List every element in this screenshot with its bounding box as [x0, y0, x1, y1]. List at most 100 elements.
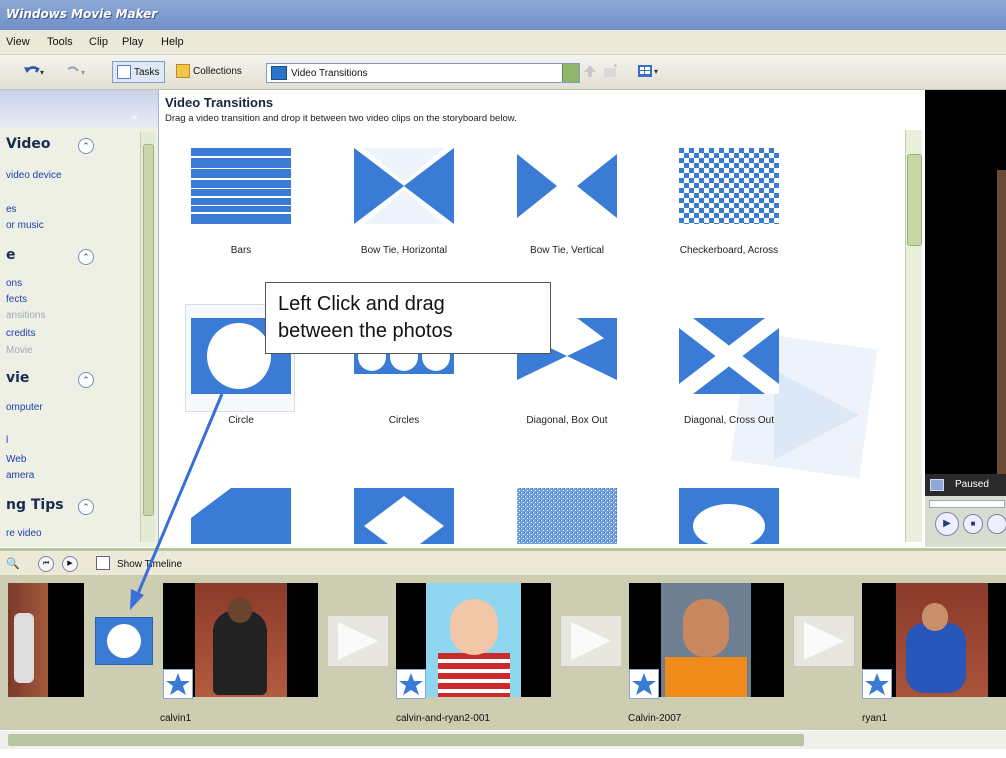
task-link[interactable]: es: [6, 204, 17, 215]
transition-item[interactable]: [171, 488, 301, 544]
transition-slot-circle[interactable]: [95, 617, 153, 665]
callout-line-2: between the photos: [278, 320, 453, 342]
menu-help[interactable]: Help: [161, 36, 184, 48]
bow-tie-vertical-thumbnail: [517, 148, 617, 224]
collections-button[interactable]: Collections: [176, 61, 242, 81]
show-timeline-button[interactable]: Show Timeline: [117, 559, 182, 570]
collapse-pane-icon[interactable]: «: [132, 112, 138, 123]
new-collection-button[interactable]: *: [602, 61, 620, 81]
tasks-button[interactable]: Tasks: [112, 61, 165, 83]
undo-button[interactable]: ▾: [22, 61, 46, 81]
storyboard-scroll-thumb[interactable]: [8, 734, 804, 746]
clip-label: calvin1: [160, 713, 192, 724]
transitions-icon: [271, 66, 287, 80]
transition-bow-tie-vertical[interactable]: Bow Tie, Vertical: [497, 148, 627, 298]
seek-bar[interactable]: [929, 500, 1005, 508]
storyboard-clip[interactable]: [862, 583, 1006, 699]
content-scroll-thumb[interactable]: [907, 154, 922, 246]
task-link[interactable]: or music: [6, 220, 44, 231]
task-link[interactable]: fects: [6, 294, 27, 305]
collapse-section-icon[interactable]: ⌃: [78, 499, 94, 515]
instruction-callout: Left Click and drag between the photos: [265, 282, 551, 354]
collapse-section-icon[interactable]: ⌃: [78, 138, 94, 154]
folder-icon: [176, 64, 190, 78]
transition-item[interactable]: [334, 488, 464, 544]
transition-slot-empty[interactable]: [327, 615, 389, 667]
section-edit-movie-title[interactable]: e: [6, 247, 16, 263]
empty-transition-icon: [804, 622, 844, 660]
effect-star-icon[interactable]: [862, 669, 892, 699]
task-link[interactable]: omputer: [6, 402, 43, 413]
section-capture-video-title[interactable]: Video: [6, 136, 51, 152]
eye-thumbnail: [679, 488, 779, 544]
transition-label: Bow Tie, Vertical: [530, 245, 604, 256]
task-link[interactable]: video device: [6, 170, 62, 181]
section-tips-title[interactable]: ng Tips: [6, 497, 64, 513]
play-button[interactable]: ▶: [935, 512, 959, 536]
chevron-down-icon[interactable]: [562, 64, 579, 82]
transition-label: Diagonal, Cross Out: [683, 415, 775, 426]
storyboard-clip[interactable]: [163, 583, 318, 699]
transition-checkerboard-across[interactable]: Checkerboard, Across: [659, 148, 789, 298]
menu-tools[interactable]: Tools: [47, 36, 73, 48]
stop-button[interactable]: ■: [963, 514, 983, 534]
child-face: [450, 599, 498, 655]
up-arrow-icon: [584, 65, 596, 77]
previous-frame-button[interactable]: [987, 514, 1006, 534]
zoom-icon[interactable]: 🔍: [6, 557, 20, 570]
transition-bow-tie-horizontal[interactable]: Bow Tie, Horizontal: [334, 148, 464, 298]
menu-view[interactable]: View: [6, 36, 30, 48]
redo-icon: ▾: [67, 66, 85, 77]
collapse-section-icon[interactable]: ⌃: [78, 249, 94, 265]
rewind-button[interactable]: ⏮: [38, 556, 54, 572]
monitor-icon: [930, 479, 944, 491]
transition-bars[interactable]: Bars: [171, 148, 301, 298]
up-level-button[interactable]: [582, 61, 598, 81]
child-face: [228, 597, 252, 623]
empty-transition-icon: [338, 622, 378, 660]
new-folder-icon: *: [604, 63, 617, 77]
storyboard-scrollbar[interactable]: [0, 731, 1006, 749]
content-scrollbar[interactable]: [905, 130, 922, 542]
task-link[interactable]: Web: [6, 454, 26, 465]
transition-item[interactable]: [497, 488, 627, 544]
effect-star-icon[interactable]: [163, 669, 193, 699]
views-button[interactable]: ▾: [636, 61, 662, 81]
task-link[interactable]: credits: [6, 328, 35, 339]
task-pane-scrollbar[interactable]: [140, 132, 155, 542]
menu-bar: View Tools Clip Play Help: [0, 30, 1006, 55]
views-icon: ▾: [638, 65, 658, 77]
storyboard-clip[interactable]: [629, 583, 784, 699]
dissolve-thumbnail: [517, 488, 617, 544]
effect-star-icon[interactable]: [629, 669, 659, 699]
transition-slot-empty[interactable]: [560, 615, 622, 667]
transition-slot-empty[interactable]: [793, 615, 855, 667]
storyboard-clip[interactable]: [396, 583, 551, 699]
menu-clip[interactable]: Clip: [89, 36, 108, 48]
collections-dropdown[interactable]: Video Transitions: [266, 63, 580, 83]
section-finish-movie-title[interactable]: vie: [6, 370, 29, 386]
bars-thumbnail: [191, 148, 291, 224]
task-pane-scroll-thumb[interactable]: [143, 144, 154, 516]
transition-label: Bow Tie, Horizontal: [360, 245, 448, 256]
task-link[interactable]: re video: [6, 528, 42, 539]
undo-icon: ▾: [24, 66, 44, 77]
collections-dropdown-value: Video Transitions: [291, 67, 368, 79]
content-title: Video Transitions: [165, 95, 274, 110]
collapse-section-icon[interactable]: ⌃: [78, 372, 94, 388]
task-link[interactable]: l: [6, 435, 8, 446]
window-title: Windows Movie Maker: [6, 7, 158, 21]
storyboard: calvin1 calvin-and-ryan2-001 Calvin-2007…: [0, 575, 1006, 730]
child-face: [683, 599, 729, 657]
timeline-icon[interactable]: [96, 556, 110, 570]
task-link[interactable]: ons: [6, 278, 22, 289]
redo-button[interactable]: ▾: [64, 61, 88, 81]
play-storyboard-button[interactable]: ▶: [62, 556, 78, 572]
task-link[interactable]: amera: [6, 470, 34, 481]
menu-play[interactable]: Play: [122, 36, 143, 48]
transition-diagonal-cross-out[interactable]: Diagonal, Cross Out: [659, 318, 789, 468]
effect-star-icon[interactable]: [396, 669, 426, 699]
transition-item[interactable]: [659, 488, 789, 544]
transition-label: Circle: [228, 415, 254, 426]
storyboard-clip[interactable]: [8, 583, 84, 697]
